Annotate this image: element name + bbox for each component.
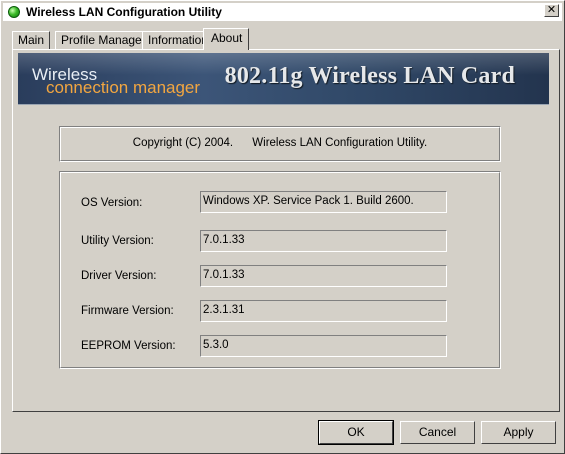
title-bar[interactable]: Wireless LAN Configuration Utility ✕ — [3, 3, 562, 21]
product-banner: Wireless connection manager 802.11g Wire… — [18, 53, 549, 105]
driver-version-field: 7.0.1.33 — [200, 265, 447, 287]
firmware-version-label: Firmware Version: — [81, 305, 174, 317]
driver-version-label: Driver Version: — [81, 270, 157, 282]
banner-product-name: 802.11g Wireless LAN Card — [224, 63, 515, 89]
copyright-text: Copyright (C) 2004. Wireless LAN Configu… — [132, 137, 428, 149]
eeprom-version-label: EEPROM Version: — [81, 340, 176, 352]
app-globe-icon — [8, 6, 20, 18]
apply-button[interactable]: Apply — [481, 421, 556, 444]
close-icon: ✕ — [546, 4, 557, 16]
window-title: Wireless LAN Configuration Utility — [26, 5, 222, 19]
firmware-version-field: 2.3.1.31 — [200, 300, 447, 322]
eeprom-version-field: 5.3.0 — [200, 335, 447, 357]
tab-about[interactable]: About — [203, 28, 249, 50]
tab-information[interactable]: Information — [142, 31, 208, 49]
close-button[interactable]: ✕ — [544, 4, 559, 17]
cancel-button[interactable]: Cancel — [400, 421, 475, 444]
tab-profile-manager[interactable]: Profile Manager — [55, 31, 146, 49]
utility-version-label: Utility Version: — [81, 235, 154, 247]
copyright-group: Copyright (C) 2004. Wireless LAN Configu… — [59, 126, 501, 162]
utility-version-field: 7.0.1.33 — [200, 230, 447, 252]
os-version-field: Windows XP. Service Pack 1. Build 2600. — [200, 191, 447, 213]
os-version-label: OS Version: — [81, 197, 143, 209]
banner-connection-manager-text: connection manager — [46, 78, 201, 97]
tab-main[interactable]: Main — [12, 31, 50, 49]
main-window: Wireless LAN Configuration Utility ✕ Mai… — [0, 0, 565, 454]
ok-button[interactable]: OK — [318, 420, 394, 445]
